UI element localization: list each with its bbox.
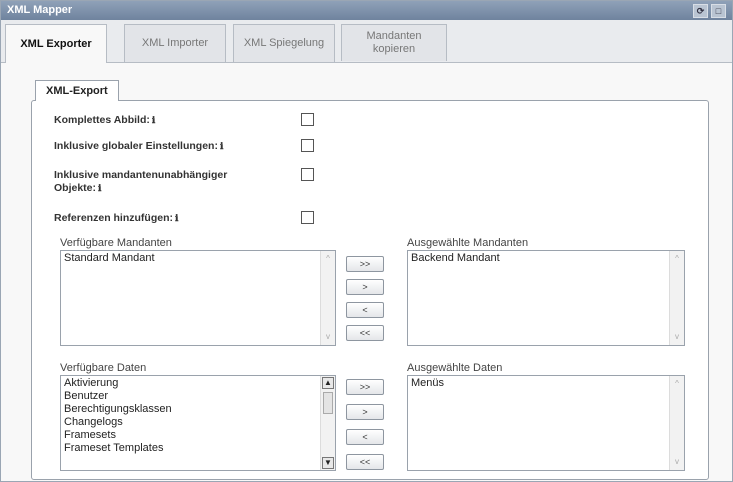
export-panel: Komplettes Abbild: ℹ Inklusive globaler E… xyxy=(31,100,709,480)
tab-xml-importer[interactable]: XML Importer xyxy=(124,24,226,62)
info-icon[interactable]: ℹ xyxy=(152,115,155,125)
tab-xml-exporter[interactable]: XML Exporter xyxy=(5,24,107,63)
scroll-up-icon[interactable]: ^ xyxy=(671,253,683,265)
selected-daten-label: Ausgewählte Daten xyxy=(407,362,503,374)
option-globale-einstellungen: Inklusive globaler Einstellungen: ℹ xyxy=(54,140,223,153)
add-all-mandanten-button[interactable]: >> xyxy=(346,256,384,272)
add-mandant-button[interactable]: > xyxy=(346,279,384,295)
list-item[interactable]: Benutzer xyxy=(64,390,172,403)
list-items: Aktivierung Benutzer Berechtigungsklasse… xyxy=(64,377,172,455)
remove-all-daten-button[interactable]: << xyxy=(346,454,384,470)
scrollbar[interactable]: ^ v xyxy=(320,251,335,345)
info-icon[interactable]: ℹ xyxy=(98,183,101,193)
list-item[interactable]: Frameset Templates xyxy=(64,442,172,455)
list-item[interactable]: Menüs xyxy=(411,377,444,390)
option-label: Referenzen hinzufügen: xyxy=(54,212,174,224)
scroll-down-icon[interactable]: ▼ xyxy=(322,457,334,469)
option-referenzen: Referenzen hinzufügen: ℹ xyxy=(54,212,178,225)
scroll-down-icon[interactable]: v xyxy=(322,331,334,343)
tab-mandanten-kopieren[interactable]: Mandanten kopieren xyxy=(341,24,447,61)
list-item[interactable]: Backend Mandant xyxy=(411,252,500,265)
list-item[interactable]: Aktivierung xyxy=(64,377,172,390)
scroll-up-icon[interactable]: ^ xyxy=(671,378,683,390)
option-komplettes-abbild: Komplettes Abbild: ℹ xyxy=(54,114,155,127)
window-title: XML Mapper xyxy=(7,4,73,16)
info-icon[interactable]: ℹ xyxy=(220,141,223,151)
selected-mandanten-label: Ausgewählte Mandanten xyxy=(407,237,529,249)
title-bar: XML Mapper ⟳ □ xyxy=(1,1,732,20)
remove-daten-button[interactable]: < xyxy=(346,429,384,445)
scroll-down-icon[interactable]: v xyxy=(671,331,683,343)
checkbox-referenzen[interactable] xyxy=(301,211,314,224)
available-mandanten-label: Verfügbare Mandanten xyxy=(60,237,172,249)
available-daten-list[interactable]: Aktivierung Benutzer Berechtigungsklasse… xyxy=(60,375,336,471)
selected-mandanten-list[interactable]: Backend Mandant ^ v xyxy=(407,250,685,346)
list-item[interactable]: Berechtigungsklassen xyxy=(64,403,172,416)
available-mandanten-list[interactable]: Standard Mandant ^ v xyxy=(60,250,336,346)
list-item[interactable]: Framesets xyxy=(64,429,172,442)
scroll-up-icon[interactable]: ^ xyxy=(322,253,334,265)
maximize-icon[interactable]: □ xyxy=(711,4,726,18)
scrollbar[interactable]: ^ v xyxy=(669,376,684,470)
scroll-thumb[interactable] xyxy=(323,392,333,414)
list-items: Standard Mandant xyxy=(64,252,155,265)
option-label: Inklusive globaler Einstellungen: xyxy=(54,140,218,152)
checkbox-globale-einstellungen[interactable] xyxy=(301,139,314,152)
scrollbar[interactable]: ▲ ▼ xyxy=(320,376,335,470)
scroll-up-icon[interactable]: ▲ xyxy=(322,377,334,389)
info-icon[interactable]: ℹ xyxy=(175,213,178,223)
selected-daten-list[interactable]: Menüs ^ v xyxy=(407,375,685,471)
tab-content: XML-Export Komplettes Abbild: ℹ Inklusive… xyxy=(1,63,732,481)
list-items: Menüs xyxy=(411,377,444,390)
option-label: Komplettes Abbild: xyxy=(54,114,150,126)
remove-mandant-button[interactable]: < xyxy=(346,302,384,318)
checkbox-komplettes-abbild[interactable] xyxy=(301,113,314,126)
tab-bar: XML Exporter XML Importer XML Spiegelung… xyxy=(1,20,732,63)
add-daten-button[interactable]: > xyxy=(346,404,384,420)
checkbox-mandantenunabhaengige-objekte[interactable] xyxy=(301,168,314,181)
list-item[interactable]: Changelogs xyxy=(64,416,172,429)
scroll-down-icon[interactable]: v xyxy=(671,456,683,468)
refresh-icon[interactable]: ⟳ xyxy=(693,4,708,18)
add-all-daten-button[interactable]: >> xyxy=(346,379,384,395)
list-items: Backend Mandant xyxy=(411,252,500,265)
scrollbar[interactable]: ^ v xyxy=(669,251,684,345)
tab-xml-spiegelung[interactable]: XML Spiegelung xyxy=(233,24,335,62)
option-label: Inklusive mandantenunabhängiger Objekte: xyxy=(54,169,228,194)
xml-mapper-window: XML Mapper ⟳ □ XML Exporter XML Importer… xyxy=(0,0,733,482)
remove-all-mandanten-button[interactable]: << xyxy=(346,325,384,341)
available-daten-label: Verfügbare Daten xyxy=(60,362,147,374)
list-item[interactable]: Standard Mandant xyxy=(64,252,155,265)
option-mandantenunabhaengige-objekte: Inklusive mandantenunabhängiger Objekte:… xyxy=(54,169,259,195)
subtab-xml-export[interactable]: XML-Export xyxy=(35,80,119,101)
